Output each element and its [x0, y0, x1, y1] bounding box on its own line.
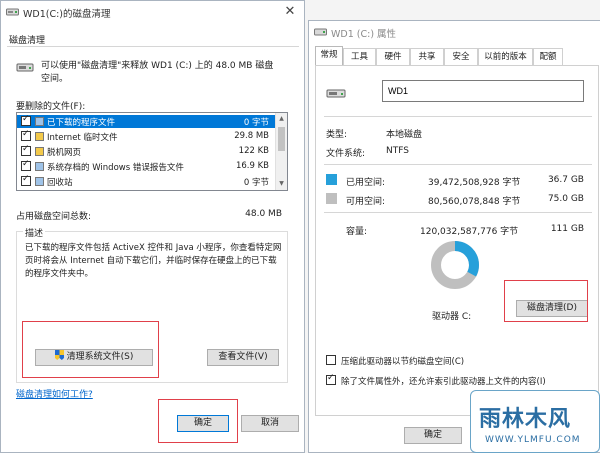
used-space-label: 已用空间:	[346, 178, 386, 188]
file-type-icon	[35, 132, 44, 141]
free-space-bytes: 80,560,078,848 字节	[428, 197, 521, 207]
drive-name-input[interactable]	[382, 80, 584, 102]
separator-1	[324, 116, 592, 117]
file-size: 0 字节	[243, 118, 269, 128]
disk-cleanup-title: WD1(C:)的磁盘清理	[23, 9, 111, 20]
help-link[interactable]: 磁盘清理如何工作?	[16, 387, 93, 400]
filesystem-label: 文件系统:	[326, 149, 366, 159]
total-space-label: 占用磁盘空间总数:	[16, 212, 92, 222]
capacity-bytes: 120,032,587,776 字节	[420, 227, 519, 237]
files-scrollbar[interactable]: ▲ ▼	[275, 113, 287, 190]
tab-previous-versions[interactable]: 以前的版本	[478, 48, 533, 65]
description-group: 描述 已下载的程序文件包括 ActiveX 控件和 Java 小程序，你查看特定…	[16, 226, 288, 383]
file-type-icon	[35, 177, 44, 186]
properties-titlebar: WD1 (C:) 属性	[309, 21, 600, 43]
disk-cleanup-titlebar: WD1(C:)的磁盘清理 ✕	[1, 1, 304, 23]
file-name: 脱机网页	[47, 148, 82, 158]
tab-underline	[7, 46, 299, 47]
drive-letter-label: 驱动器 C:	[432, 312, 472, 322]
file-name: 系统存档的 Windows 错误报告文件	[47, 163, 184, 173]
file-size: 16.9 KB	[235, 161, 269, 171]
view-files-button[interactable]: 查看文件(V)	[207, 349, 279, 366]
type-value: 本地磁盘	[386, 130, 423, 140]
file-checkbox[interactable]	[21, 174, 31, 186]
file-type-icon	[35, 147, 44, 156]
files-listbox[interactable]: 已下载的程序文件 0 字节 Internet 临时文件 29.8 MB 脱机网页 122 …	[16, 112, 288, 191]
compress-checkbox[interactable]	[326, 355, 336, 365]
total-space-value: 48.0 MB	[245, 209, 282, 219]
tab-sharing[interactable]: 共享	[410, 48, 444, 65]
tab-general[interactable]: 常规	[315, 46, 343, 65]
file-name: Internet 临时文件	[47, 133, 118, 143]
index-label: 除了文件属性外，还允许索引此驱动器上文件的内容(I)	[341, 377, 546, 387]
ok-button[interactable]: 确定	[177, 415, 229, 432]
drive-large-icon	[326, 83, 346, 106]
tab-quota[interactable]: 配额	[533, 48, 563, 65]
capacity-gb: 111 GB	[550, 224, 584, 234]
used-space-swatch	[326, 174, 337, 185]
compress-label: 压缩此驱动器以节约磁盘空间(C)	[341, 357, 465, 367]
properties-ok-button[interactable]: 确定	[404, 427, 462, 444]
file-checkbox[interactable]	[21, 159, 31, 171]
tab-tools[interactable]: 工具	[343, 48, 376, 65]
tab-disk-cleanup[interactable]: 磁盘清理	[9, 33, 45, 46]
properties-title: WD1 (C:) 属性	[331, 29, 397, 40]
uac-shield-icon	[54, 350, 64, 360]
file-list-item[interactable]: 回收站 0 字节	[17, 174, 275, 188]
tab-security[interactable]: 安全	[444, 48, 478, 65]
used-space-bytes: 39,472,508,928 字节	[428, 178, 521, 188]
disk-cleanup-window: WD1(C:)的磁盘清理 ✕ 磁盘清理 可以使用"磁盘清理"来释放 WD1 (C…	[0, 0, 305, 453]
file-size: 0 字节	[243, 178, 269, 188]
disk-cleanup-icon	[6, 8, 19, 16]
cleanup-system-files-label: 清理系统文件(S)	[66, 352, 134, 362]
file-list-item[interactable]: 已下载的程序文件 0 字节	[17, 114, 275, 128]
cancel-button[interactable]: 取消	[241, 415, 299, 432]
close-icon[interactable]: ✕	[276, 1, 304, 23]
index-checkbox[interactable]	[326, 373, 336, 385]
file-name: 回收站	[47, 178, 73, 188]
scroll-thumb[interactable]	[278, 127, 285, 151]
usage-donut-chart	[431, 241, 479, 289]
file-list-item[interactable]: 系统存档的 Windows 错误报告文件 16.9 KB	[17, 159, 275, 173]
watermark-title: 雨林木风	[479, 407, 572, 432]
site-watermark-logo: 雨林木风 WWW.YLMFU.COM	[470, 390, 600, 453]
type-label: 类型:	[326, 130, 348, 140]
used-space-gb: 36.7 GB	[547, 175, 584, 185]
file-size: 122 KB	[238, 146, 269, 156]
capacity-label: 容量:	[346, 227, 368, 237]
file-type-icon	[35, 162, 44, 171]
file-checkbox[interactable]	[21, 129, 31, 141]
files-to-delete-label: 要删除的文件(F):	[16, 102, 86, 112]
file-size: 29.8 MB	[234, 131, 269, 141]
separator-3	[324, 212, 592, 213]
file-name: 已下载的程序文件	[47, 118, 116, 128]
description-legend: 描述	[23, 226, 46, 239]
free-space-swatch	[326, 193, 337, 204]
watermark-url: WWW.YLMFU.COM	[485, 435, 581, 445]
scroll-down-icon[interactable]: ▼	[276, 178, 287, 190]
disk-cleanup-button[interactable]: 磁盘清理(D)	[516, 300, 588, 317]
tab-hardware[interactable]: 硬件	[376, 48, 410, 65]
file-list-item[interactable]: 脱机网页 122 KB	[17, 144, 275, 158]
drive-properties-window: WD1 (C:) 属性 常规 工具 硬件 共享 安全 以前的版本 配额 类型: …	[308, 20, 600, 453]
free-space-label: 可用空间:	[346, 197, 386, 207]
free-space-gb: 75.0 GB	[547, 194, 584, 204]
file-checkbox[interactable]	[21, 114, 31, 126]
file-checkbox[interactable]	[21, 144, 31, 156]
scroll-up-icon[interactable]: ▲	[276, 113, 287, 125]
filesystem-value: NTFS	[386, 146, 409, 156]
intro-text: 可以使用"磁盘清理"来释放 WD1 (C:) 上的 48.0 MB 磁盘空间。	[41, 61, 274, 84]
drive-icon	[16, 58, 34, 76]
drive-title-icon	[314, 28, 327, 36]
file-type-icon	[35, 117, 44, 126]
general-tab-page: 类型: 本地磁盘 文件系统: NTFS 已用空间: 39,472,508,928…	[315, 65, 599, 416]
cleanup-system-files-button[interactable]: 清理系统文件(S)	[35, 349, 153, 366]
description-text: 已下载的程序文件包括 ActiveX 控件和 Java 小程序，你查看特定网页时…	[25, 243, 282, 279]
separator-2	[324, 164, 592, 165]
file-list-item[interactable]: Internet 临时文件 29.8 MB	[17, 129, 275, 143]
